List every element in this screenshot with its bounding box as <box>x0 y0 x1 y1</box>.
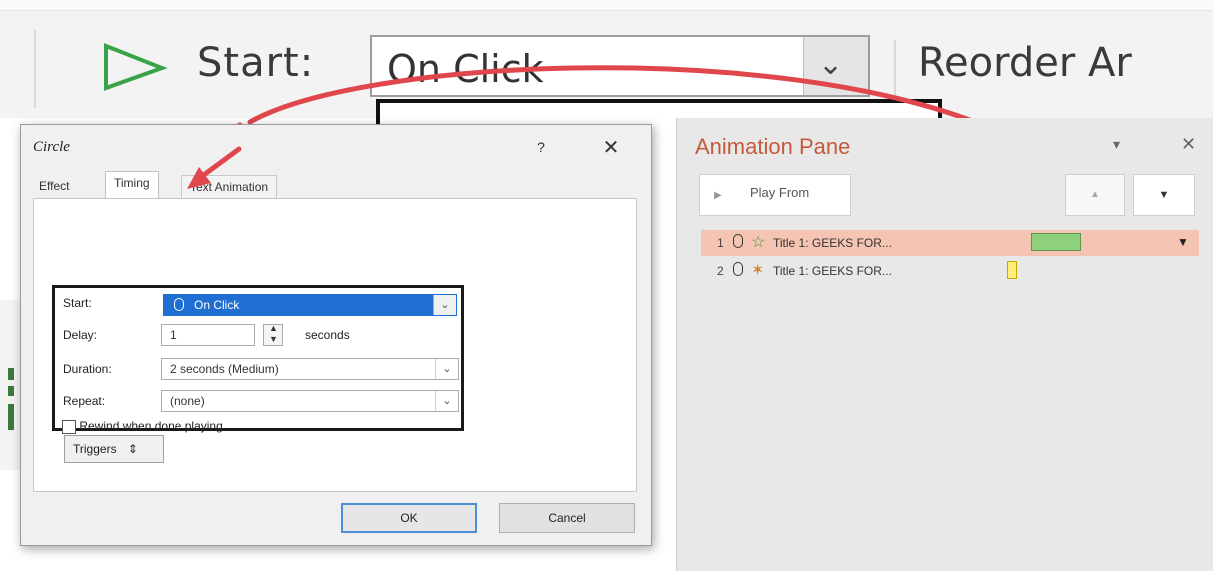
mouse-icon <box>174 298 184 311</box>
effect-options-dialog: Circle ? ✕ Effect Timing Text Animation … <box>20 124 652 546</box>
tab-timing[interactable]: Timing <box>105 171 159 198</box>
timing-settings-group: Start: On Click ⌄ Delay: 1 ▲ ▼ seconds D… <box>52 285 464 431</box>
rewind-checkbox-row[interactable]: Rewind when done playing <box>62 419 223 434</box>
duration-value: 2 seconds (Medium) <box>170 362 279 376</box>
mouse-icon <box>733 262 743 276</box>
chevron-down-icon[interactable]: ⌄ <box>435 359 458 379</box>
repeat-field-label: Repeat: <box>63 394 106 408</box>
rewind-label: Rewind when done playing <box>79 419 223 433</box>
ok-button[interactable]: OK <box>341 503 477 533</box>
animation-item-label: Title 1: GEEKS FOR... <box>773 264 892 278</box>
animation-item[interactable]: 2 ✶ Title 1: GEEKS FOR... <box>701 258 1199 284</box>
move-down-button[interactable]: ▼ <box>1133 174 1195 216</box>
start-dropdown-value: On Click <box>387 47 544 91</box>
animation-item[interactable]: 1 ☆ Title 1: GEEKS FOR... ▼ <box>701 230 1199 256</box>
sparkle-star-icon: ✶ <box>751 262 765 279</box>
delay-input[interactable]: 1 <box>161 324 255 346</box>
dialog-title: Circle <box>33 139 70 155</box>
item-dropdown-icon[interactable]: ▼ <box>1177 235 1189 249</box>
chevron-down-icon[interactable]: ⌄ <box>433 295 456 315</box>
delay-spinner[interactable]: ▲ ▼ <box>263 323 283 346</box>
spin-up-icon[interactable]: ▲ <box>269 323 278 333</box>
slide-marker <box>8 404 14 430</box>
slide-edge <box>0 300 20 470</box>
spin-down-icon[interactable]: ▼ <box>269 334 278 344</box>
start-field-label: Start: <box>63 296 92 310</box>
slide-marker <box>8 386 14 396</box>
pane-title: Animation Pane <box>695 134 851 159</box>
play-icon[interactable] <box>100 42 170 92</box>
start-dropdown[interactable]: On Click ⌄ <box>370 35 870 97</box>
help-button[interactable]: ? <box>531 139 551 155</box>
tab-text-animation[interactable]: Text Animation <box>181 175 278 198</box>
play-from-label: Play From <box>750 185 810 200</box>
star-icon: ☆ <box>751 234 766 251</box>
expand-icon: ⇕ <box>127 442 138 456</box>
triggers-button[interactable]: Triggers ⇕ <box>64 435 164 463</box>
timing-tab-panel: Start: On Click ⌄ Delay: 1 ▲ ▼ seconds D… <box>33 198 637 492</box>
repeat-value: (none) <box>170 394 205 408</box>
start-label: Start: <box>197 40 315 86</box>
chevron-down-icon[interactable]: ⌄ <box>435 391 458 411</box>
start-select[interactable]: On Click ⌄ <box>163 294 457 316</box>
pane-close-icon[interactable]: ✕ <box>1181 134 1196 155</box>
move-up-button[interactable]: ▲ <box>1065 174 1125 216</box>
ribbon-divider <box>894 40 896 108</box>
tab-effect[interactable]: Effect <box>31 175 77 197</box>
start-dropdown-button[interactable]: ⌄ <box>803 37 868 95</box>
animation-order-number: 1 <box>717 236 724 250</box>
ribbon-divider <box>34 30 36 108</box>
animation-item-label: Title 1: GEEKS FOR... <box>773 236 892 250</box>
repeat-select[interactable]: (none) ⌄ <box>161 390 459 412</box>
animation-order-number: 2 <box>717 264 724 278</box>
slide-marker <box>8 368 14 380</box>
rewind-checkbox[interactable] <box>62 419 76 434</box>
timing-bar[interactable] <box>1007 261 1017 279</box>
duration-select[interactable]: 2 seconds (Medium) ⌄ <box>161 358 459 380</box>
timing-bar[interactable] <box>1031 233 1081 251</box>
delay-unit-label: seconds <box>305 328 350 342</box>
play-from-button[interactable]: ▶ Play From <box>699 174 851 216</box>
start-select-value: On Click <box>194 298 240 312</box>
delay-field-label: Delay: <box>63 328 98 342</box>
close-button[interactable]: ✕ <box>599 135 623 160</box>
pane-options-icon[interactable]: ▾ <box>1113 136 1120 153</box>
animation-pane: Animation Pane ▾ ✕ ▶ Play From ▲ ▼ 1 ☆ T… <box>676 118 1213 571</box>
ribbon-top-border <box>0 0 1213 11</box>
delay-value: 1 <box>170 328 177 342</box>
mouse-icon <box>733 234 743 248</box>
play-icon: ▶ <box>714 190 722 201</box>
reorder-animation-label: Reorder Ar <box>918 40 1132 86</box>
duration-field-label: Duration: <box>63 362 112 376</box>
cancel-button[interactable]: Cancel <box>499 503 635 533</box>
triggers-label: Triggers <box>73 442 117 456</box>
chevron-down-icon: ⌄ <box>818 48 844 81</box>
